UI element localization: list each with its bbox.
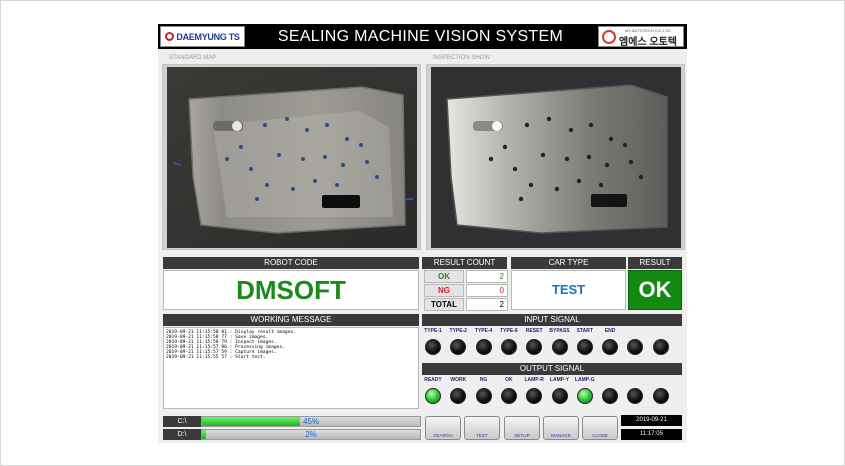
count-total-label: TOTAL xyxy=(424,298,464,311)
output-signal-label: WORK xyxy=(450,377,467,383)
inspection-show-image xyxy=(426,64,685,250)
input-signal-label: END xyxy=(604,328,616,334)
close-button[interactable]: CLOSE xyxy=(582,416,618,440)
daemyung-logo: DAEMYUNG TS xyxy=(160,26,245,47)
output-signal-lamp-icon xyxy=(602,388,619,404)
output-signal-label: LAMP-G xyxy=(574,377,595,383)
output-signal-lamp-icon xyxy=(551,388,568,404)
output-signal-label: LAMP-R xyxy=(524,377,544,383)
logo-ring-icon xyxy=(165,32,175,41)
input-signal-panel: TYPE-1 TYPE-2 TYPE-4 TYPE-8 RESET BYPASS START… xyxy=(422,327,682,361)
standard-door-photo xyxy=(167,67,417,248)
log-line: 2019-09-21 11:15:55 57 : Start test. xyxy=(166,355,266,360)
output-signal-lamp-icon xyxy=(526,388,543,404)
drive-c-percent: 45% xyxy=(302,417,319,426)
count-ok-value: 2 xyxy=(466,270,508,283)
input-signal-header: INPUT SIGNAL xyxy=(422,314,682,326)
working-message-header: WORKING MESSAGE xyxy=(163,314,419,326)
msautotech-mark-icon xyxy=(602,30,616,44)
result-box: OK xyxy=(628,270,682,310)
input-signal-lamp-icon xyxy=(602,339,619,355)
drive-c-label: C:\ xyxy=(163,416,201,427)
input-signal-lamp-icon xyxy=(425,339,441,355)
output-signal-label: OK xyxy=(505,377,513,383)
input-signal-lamp-icon xyxy=(576,339,593,355)
test-button[interactable]: TEST xyxy=(464,416,500,440)
inspection-show-caption: INSPECTION SHOW xyxy=(433,55,491,61)
standard-map-caption: STANDARD MAP xyxy=(169,55,217,61)
count-total-value: 2 xyxy=(466,298,508,311)
robot-code-value: DMSOFT xyxy=(236,275,346,305)
app-window: DAEMYUNG TS SEALING MACHINE VISION SYSTE… xyxy=(158,24,687,443)
output-signal-lamp-icon xyxy=(450,388,467,404)
result-count-header: RESULT COUNT xyxy=(422,257,507,269)
count-ng-label: NG xyxy=(424,284,464,297)
output-signal-label: LAMP-Y xyxy=(549,377,570,383)
input-signal-label: START xyxy=(576,328,593,334)
right-logo-text: 엠에스 오토텍 xyxy=(619,37,677,48)
input-signal-lamp-icon xyxy=(627,339,644,355)
input-signal-lamp-icon xyxy=(475,339,492,355)
left-logo-text: DAEMYUNG TS xyxy=(176,31,240,42)
car-type-header: CAR TYPE xyxy=(511,257,626,269)
search-button[interactable]: SEARCH xyxy=(425,416,461,440)
input-signal-label: TYPE-8 xyxy=(500,328,518,334)
drive-d-percent: 2% xyxy=(305,430,317,439)
input-signal-lamp-icon xyxy=(526,339,543,355)
input-signal-label: BYPASS xyxy=(549,328,570,334)
car-type-value: TEST xyxy=(551,282,586,297)
output-signal-lamp-icon xyxy=(500,388,517,404)
output-signal-header: OUTPUT SIGNAL xyxy=(422,363,682,375)
working-message-log[interactable]: 2019-09-21 11:15:58 81 : Display result … xyxy=(163,327,419,409)
robot-code-header: ROBOT CODE xyxy=(163,257,419,269)
input-signal-lamp-icon xyxy=(551,339,568,355)
result-header: RESULT xyxy=(628,257,682,269)
output-signal-lamp-icon xyxy=(425,388,441,404)
robot-code-box: DMSOFT xyxy=(163,270,419,310)
input-signal-label: RESET xyxy=(525,328,543,334)
app-title: SEALING MACHINE VISION SYSTEM xyxy=(277,28,564,45)
input-signal-label: TYPE-1 xyxy=(424,328,442,334)
input-signal-lamp-icon xyxy=(500,339,517,355)
time-display: 11:17:05 xyxy=(621,429,682,440)
count-ng-value: 0 xyxy=(466,284,508,297)
output-signal-panel: READY WORK NG OK LAMP-R LAMP-Y LAMP-G xyxy=(422,376,682,410)
standard-map-image xyxy=(162,64,421,250)
date-display: 2019-09-21 xyxy=(621,415,682,426)
inspection-door-photo xyxy=(431,67,681,248)
output-signal-label: NG xyxy=(479,377,488,383)
manage-button[interactable]: MANAGE xyxy=(543,416,579,440)
drive-d-usage-bar: 2% xyxy=(201,429,421,440)
output-signal-lamp-icon xyxy=(652,388,669,404)
output-signal-lamp-icon xyxy=(627,388,644,404)
title-bar: DAEMYUNG TS SEALING MACHINE VISION SYSTE… xyxy=(158,24,687,49)
drive-c-usage-bar: 45% xyxy=(201,416,421,427)
setup-button[interactable]: SETUP xyxy=(504,416,540,440)
result-value: OK xyxy=(638,277,672,302)
car-type-box: TEST xyxy=(511,270,626,310)
msautotech-logo: MS AUTOTECH CO.,LTD. 엠에스 오토텍 xyxy=(598,26,684,48)
input-signal-lamp-icon xyxy=(652,339,669,355)
drive-d-label: D:\ xyxy=(163,429,201,440)
count-ok-label: OK xyxy=(424,270,464,283)
output-signal-label: READY xyxy=(424,377,442,383)
input-signal-lamp-icon xyxy=(450,339,467,355)
input-signal-label: TYPE-4 xyxy=(474,328,493,334)
output-signal-lamp-icon xyxy=(475,388,492,404)
output-signal-lamp-icon xyxy=(576,388,593,404)
input-signal-label: TYPE-2 xyxy=(449,328,468,334)
